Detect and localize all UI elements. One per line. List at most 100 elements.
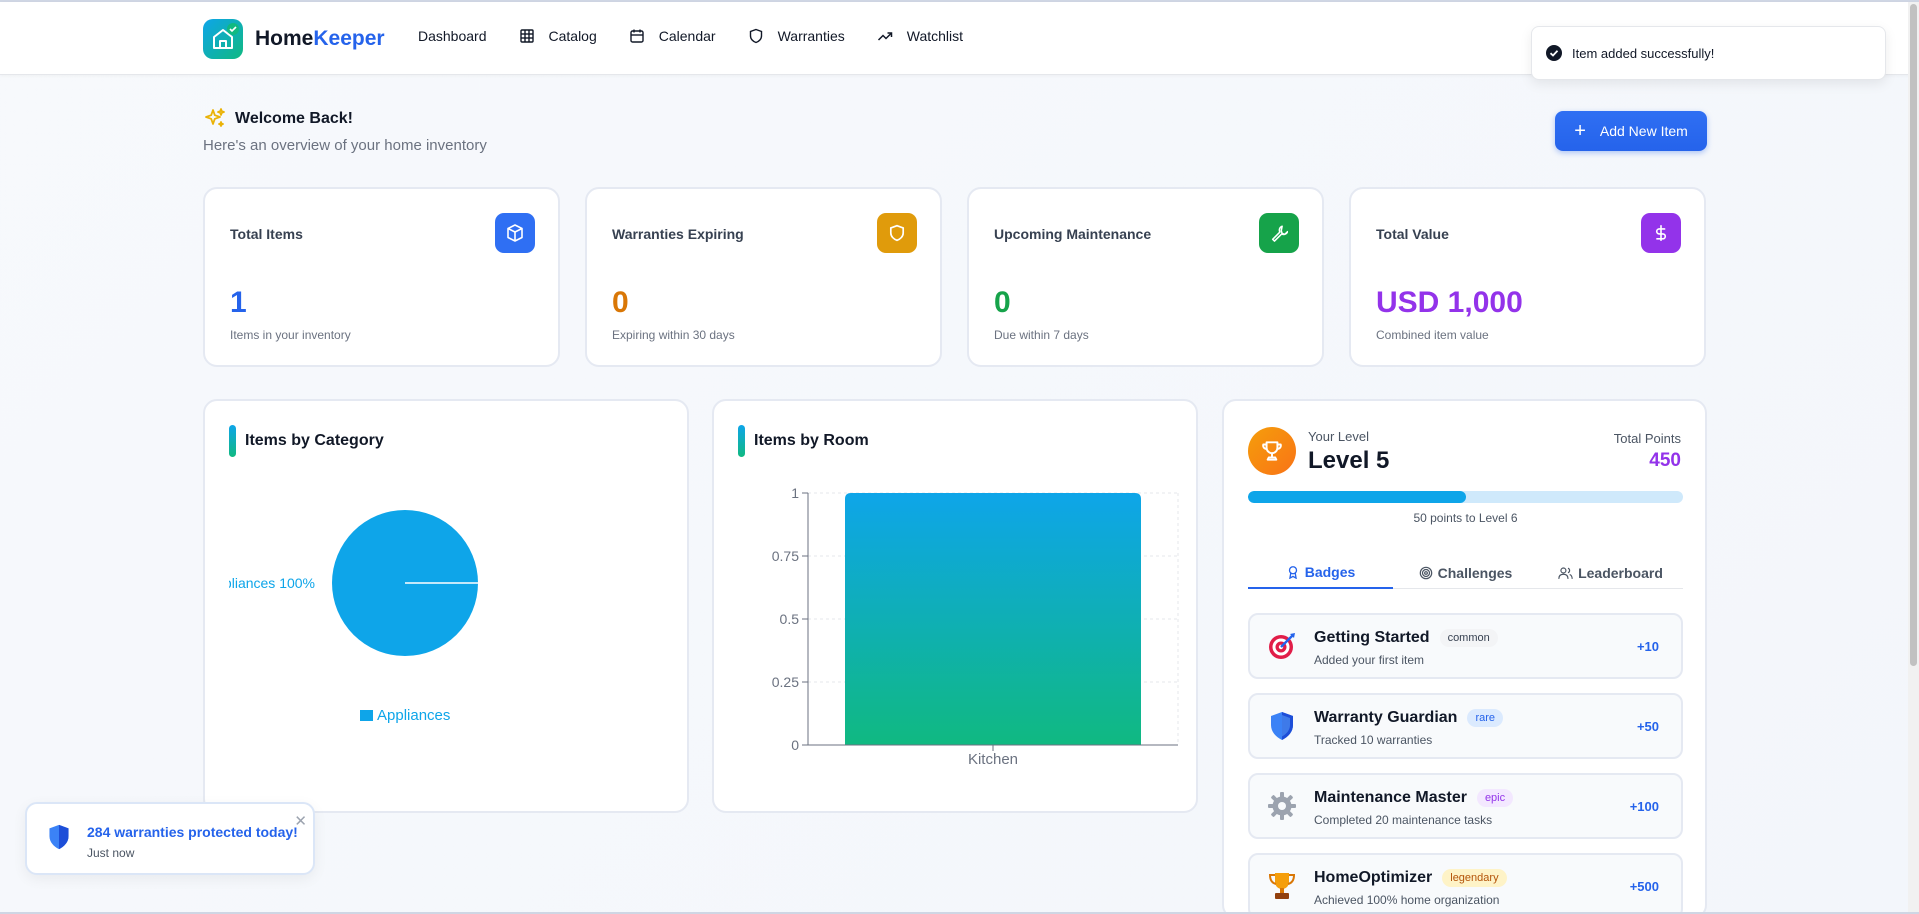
rarity-badge: common (1439, 629, 1498, 647)
stat-description: Due within 7 days (994, 328, 1089, 342)
items-by-room-panel: Items by Room 0 0.25 0.5 0.75 1 Kitchen (712, 399, 1198, 813)
level-panel: Your Level Level 5 Total Points 450 50 p… (1222, 399, 1707, 914)
users-icon (1558, 566, 1573, 579)
toast-message: Item added successfully! (1572, 45, 1715, 61)
dart-target-icon (1266, 630, 1298, 662)
award-icon (1288, 565, 1297, 579)
social-proof-notification[interactable]: 284 warranties protected today! Just now… (25, 802, 315, 875)
calendar-icon (630, 29, 644, 43)
badge-card-warranty-guardian[interactable]: Warranty Guardian rare Tracked 10 warran… (1248, 693, 1683, 759)
panel-title-text: Items by Category (245, 432, 384, 449)
stat-card-total-items: Total Items 1 Items in your inventory (203, 187, 560, 367)
badge-name: HomeOptimizer legendary (1314, 869, 1507, 887)
trophy-icon (1266, 870, 1298, 902)
check-circle-icon (1546, 45, 1562, 61)
nav-item-calendar[interactable]: Calendar (629, 28, 716, 44)
panel-title-text: Items by Room (754, 432, 869, 449)
badge-name: Getting Started common (1314, 629, 1498, 647)
nav-item-label: Dashboard (418, 28, 487, 44)
trophy-icon (1248, 427, 1296, 475)
main-nav: Dashboard Catalog Calendar Warranties Wa… (418, 28, 995, 44)
brand-name-second: Keeper (313, 27, 385, 50)
badge-card-homeoptimizer[interactable]: HomeOptimizer legendary Achieved 100% ho… (1248, 853, 1683, 914)
notification-time: Just now (87, 846, 135, 860)
target-icon (1419, 566, 1432, 579)
badge-points: +500 (1629, 879, 1659, 894)
badge-card-getting-started[interactable]: Getting Started common Added your first … (1248, 613, 1683, 679)
stat-label: Upcoming Maintenance (994, 226, 1152, 242)
legend-label: Appliances (377, 707, 450, 724)
tab-badges[interactable]: Badges (1248, 556, 1393, 589)
tab-leaderboard[interactable]: Leaderboard (1538, 556, 1683, 589)
nav-item-label: Calendar (658, 28, 716, 44)
stat-description: Items in your inventory (230, 328, 351, 342)
level-progress-fill (1248, 491, 1466, 503)
trending-up-icon (877, 32, 893, 41)
total-points-label: Total Points (1613, 431, 1681, 446)
shield-icon (749, 28, 762, 44)
stat-description: Combined item value (1376, 328, 1489, 342)
total-points-value: 450 (1649, 450, 1681, 471)
legend-swatch (360, 710, 373, 721)
nav-item-label: Watchlist (906, 28, 964, 44)
house-check-icon (203, 19, 243, 59)
badge-name-text: Getting Started (1314, 629, 1430, 646)
stat-label: Total Items (230, 226, 303, 242)
badge-name: Maintenance Master epic (1314, 789, 1514, 807)
stat-label: Warranties Expiring (612, 226, 744, 242)
category-pie-chart: Appliances 100% Appliances (229, 510, 478, 724)
badge-name-text: HomeOptimizer (1314, 869, 1433, 886)
brand[interactable]: HomeKeeper (203, 19, 385, 59)
brand-name: HomeKeeper (255, 27, 385, 51)
pie-slice-label: Appliances 100% (229, 575, 315, 591)
shield-icon (877, 213, 917, 253)
stat-card-total-value: Total Value USD 1,000 Combined item valu… (1349, 187, 1706, 367)
nav-item-watchlist[interactable]: Watchlist (877, 28, 963, 44)
wrench-icon (1259, 213, 1299, 253)
y-tick-label: 0.75 (772, 548, 799, 564)
nav-item-warranties[interactable]: Warranties (748, 28, 845, 44)
level-label: Your Level (1308, 429, 1369, 444)
tab-label: Leaderboard (1578, 564, 1663, 581)
badge-points: +50 (1636, 719, 1659, 734)
bar-kitchen (845, 493, 1141, 745)
tab-label: Challenges (1437, 564, 1513, 581)
y-tick-label: 0.25 (772, 674, 799, 690)
panel-title: Items by Room (738, 425, 869, 457)
level-value: Level 5 (1308, 447, 1390, 474)
stat-value: 0 (994, 286, 1011, 319)
badge-points: +10 (1636, 639, 1659, 654)
badge-points: +100 (1629, 799, 1659, 814)
page-scrollbar[interactable] (1908, 2, 1919, 914)
badge-name: Warranty Guardian rare (1314, 709, 1503, 727)
gear-icon (1266, 790, 1298, 822)
dollar-icon (1641, 213, 1681, 253)
gamification-tabs: Badges Challenges Leaderboard (1248, 556, 1683, 589)
badge-description: Tracked 10 warranties (1314, 733, 1433, 747)
badge-card-maintenance-master[interactable]: Maintenance Master epic Completed 20 mai… (1248, 773, 1683, 839)
rarity-badge: epic (1476, 789, 1514, 807)
scrollbar-thumb[interactable] (1910, 4, 1917, 666)
box-icon (495, 213, 535, 253)
nav-item-catalog[interactable]: Catalog (519, 28, 597, 44)
nav-item-dashboard[interactable]: Dashboard (418, 28, 487, 44)
rarity-badge: legendary (1442, 869, 1507, 887)
level-progress-note: 50 points to Level 6 (1413, 511, 1518, 525)
stat-label: Total Value (1376, 226, 1449, 242)
badge-description: Completed 20 maintenance tasks (1314, 813, 1493, 827)
badge-description: Achieved 100% home organization (1314, 893, 1500, 907)
stat-value: USD 1,000 (1376, 286, 1523, 319)
nav-item-label: Warranties (777, 28, 845, 44)
panel-title: Items by Category (229, 425, 384, 457)
notification-title: 284 warranties protected today! (87, 824, 298, 840)
y-tick-label: 0 (791, 737, 799, 753)
tab-challenges[interactable]: Challenges (1393, 556, 1538, 589)
close-icon[interactable]: ✕ (294, 814, 307, 829)
success-toast[interactable]: Item added successfully! (1531, 26, 1886, 80)
welcome-section: Welcome Back! Here's an overview of your… (203, 107, 487, 154)
level-progress-bar (1248, 491, 1683, 503)
y-tick-label: 1 (791, 485, 799, 501)
stat-description: Expiring within 30 days (612, 328, 735, 342)
stat-card-upcoming-maintenance: Upcoming Maintenance 0 Due within 7 days (967, 187, 1324, 367)
add-new-item-button[interactable]: + Add New Item (1555, 111, 1707, 151)
